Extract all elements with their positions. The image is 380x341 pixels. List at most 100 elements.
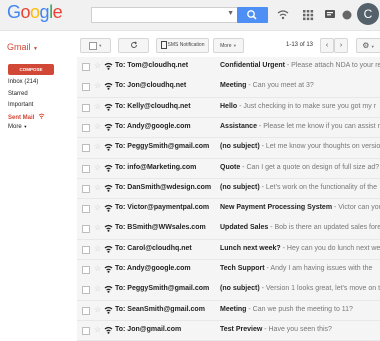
email-row[interactable]: ☆ To: Kelly@cloudhq.net Hello - Just che… <box>77 97 380 119</box>
email-subject: Quote <box>220 163 241 171</box>
search-input[interactable]: ▼ <box>91 7 238 23</box>
gear-icon: ⚙ <box>362 41 370 50</box>
star-icon[interactable]: ☆ <box>94 61 101 70</box>
logo-letter: e <box>52 2 63 22</box>
star-icon[interactable]: ☆ <box>94 122 101 131</box>
settings-button[interactable]: ⚙ ▼ <box>356 38 380 53</box>
row-checkbox[interactable] <box>82 326 90 335</box>
wifi-icon[interactable] <box>277 9 289 21</box>
row-checkbox[interactable] <box>82 245 90 254</box>
star-icon[interactable]: ☆ <box>94 203 101 212</box>
email-subject-line: Lunch next week? - Hey can you do lunch … <box>220 245 380 252</box>
email-subject: Meeting <box>220 82 247 90</box>
wifi-icon <box>38 113 45 119</box>
wifi-icon <box>104 326 113 334</box>
email-subject: Hello <box>220 102 238 110</box>
search-options-caret-icon[interactable]: ▼ <box>227 10 234 17</box>
star-icon[interactable]: ☆ <box>94 163 101 172</box>
sidebar-item-label: Important <box>8 102 34 108</box>
row-checkbox[interactable] <box>82 266 90 274</box>
sidebar-item-inbox[interactable]: Inbox (214) <box>8 79 38 85</box>
email-row[interactable]: ☆ To: SeanSmith@gmail.com Meeting - Can … <box>77 300 380 322</box>
account-circle-icon[interactable] <box>341 9 353 21</box>
wifi-icon <box>104 62 113 70</box>
row-checkbox[interactable] <box>82 164 90 173</box>
row-checkbox[interactable] <box>82 83 90 92</box>
row-checkbox[interactable] <box>82 225 90 234</box>
email-row[interactable]: ☆ To: PeggySmith@gmail.com (no subject) … <box>77 138 380 159</box>
email-recipient: To: Andy@google.com <box>115 265 191 272</box>
refresh-button[interactable] <box>118 38 149 53</box>
email-subject: Test Preview <box>220 325 263 333</box>
email-row[interactable]: ☆ To: Andy@google.com Tech Support - And… <box>77 260 380 281</box>
row-checkbox[interactable] <box>82 123 90 132</box>
email-subject-line: New Payment Processing System - Victor c… <box>220 204 380 211</box>
star-icon[interactable]: ☆ <box>94 183 101 192</box>
star-icon[interactable]: ☆ <box>94 223 101 232</box>
more-button[interactable]: More ▼ <box>213 38 244 53</box>
email-row[interactable]: ☆ To: Jon@gmail.com Test Preview - Have … <box>77 320 380 341</box>
email-row[interactable]: ☆ To: info@Marketing.com Quote - Can I g… <box>77 158 380 179</box>
email-row[interactable]: ☆ To: PeggySmith@gmail.com (no subject) … <box>77 280 380 301</box>
star-icon[interactable]: ☆ <box>94 81 101 90</box>
email-snippet: - Victor can you p <box>334 204 380 212</box>
avatar[interactable]: C <box>357 3 379 25</box>
sidebar-item-label: Inbox (214) <box>8 79 39 85</box>
row-checkbox[interactable] <box>82 63 90 71</box>
email-row[interactable]: ☆ To: Carol@cloudhq.net Lunch next week?… <box>77 239 380 261</box>
row-checkbox[interactable] <box>82 103 90 112</box>
sidebar-item-starred[interactable]: Starred <box>8 91 28 97</box>
email-row[interactable]: ☆ To: Tom@cloudhq.net Confidential Urgen… <box>77 57 380 78</box>
star-icon[interactable]: ☆ <box>94 305 101 314</box>
star-icon[interactable]: ☆ <box>94 264 101 273</box>
notifications-icon[interactable] <box>324 8 336 20</box>
email-recipient: To: Jon@gmail.com <box>115 325 182 333</box>
refresh-icon <box>130 41 137 48</box>
email-snippet: - Andy I am having issues with the <box>264 265 373 272</box>
sidebar-item-more[interactable]: More ▼ <box>8 124 27 130</box>
email-subject: Lunch next week? <box>220 244 281 252</box>
wifi-icon <box>104 144 113 151</box>
previous-page-button[interactable]: ‹ <box>320 38 334 53</box>
email-snippet: - Can I get a quote on design of full si… <box>240 163 380 171</box>
select-dropdown-button[interactable]: ▼ <box>80 38 111 53</box>
email-snippet: - Have you seen this? <box>262 325 332 333</box>
email-recipient: To: PeggySmith@gmail.com <box>115 143 210 151</box>
star-icon[interactable]: ☆ <box>94 142 101 151</box>
compose-button[interactable]: COMPOSE <box>8 64 54 75</box>
email-row[interactable]: ☆ To: DanSmith@wdesign.com (no subject) … <box>77 178 380 200</box>
pagination-count: 1-13 of 13 <box>286 42 314 48</box>
star-icon[interactable]: ☆ <box>94 244 101 253</box>
email-subject: Updated Sales <box>220 224 269 232</box>
google-logo[interactable]: Google <box>7 2 63 23</box>
sidebar-item-important[interactable]: Important <box>8 102 33 108</box>
star-icon[interactable]: ☆ <box>94 284 101 293</box>
email-recipient: To: BSmith@WWsales.com <box>115 224 206 232</box>
star-icon[interactable]: ☆ <box>94 325 101 334</box>
email-row[interactable]: ☆ To: Andy@google.com Assistance - Pleas… <box>77 117 380 139</box>
row-checkbox[interactable] <box>82 286 90 295</box>
sidebar-item-label: More <box>8 124 22 130</box>
sms-notification-label: SMS Notification <box>167 42 205 48</box>
email-snippet: - Let's work on the functionality of the <box>259 183 377 191</box>
row-checkbox[interactable] <box>82 184 90 193</box>
search-button[interactable] <box>237 7 268 23</box>
email-snippet: - Version 1 looks great, let's move on t… <box>259 285 380 293</box>
email-row[interactable]: ☆ To: BSmith@WWsales.com Updated Sales -… <box>77 219 380 240</box>
email-subject-line: Meeting - Can we push the meeting to 11? <box>220 306 353 313</box>
wifi-icon <box>104 265 113 273</box>
row-checkbox[interactable] <box>82 205 90 214</box>
email-row[interactable]: ☆ To: Victor@paymentpal.com New Payment … <box>77 199 380 220</box>
chevron-down-icon: ▼ <box>232 43 237 48</box>
sidebar-item-sent-mail[interactable]: Sent Mail <box>8 113 45 121</box>
email-snippet: - Let me know your thoughts on versio <box>259 143 380 151</box>
sidebar-item-label: Sent Mail <box>8 115 35 121</box>
star-icon[interactable]: ☆ <box>94 102 101 111</box>
email-row[interactable]: ☆ To: Jon@cloudhq.net Meeting - Can you … <box>77 77 380 98</box>
gmail-menu[interactable]: Gmail ▼ <box>7 42 38 52</box>
next-page-button[interactable]: › <box>334 38 348 53</box>
row-checkbox[interactable] <box>82 144 90 153</box>
row-checkbox[interactable] <box>82 306 90 315</box>
sms-notification-button[interactable]: SMS Notification <box>156 38 209 53</box>
apps-grid-icon[interactable] <box>302 9 314 21</box>
